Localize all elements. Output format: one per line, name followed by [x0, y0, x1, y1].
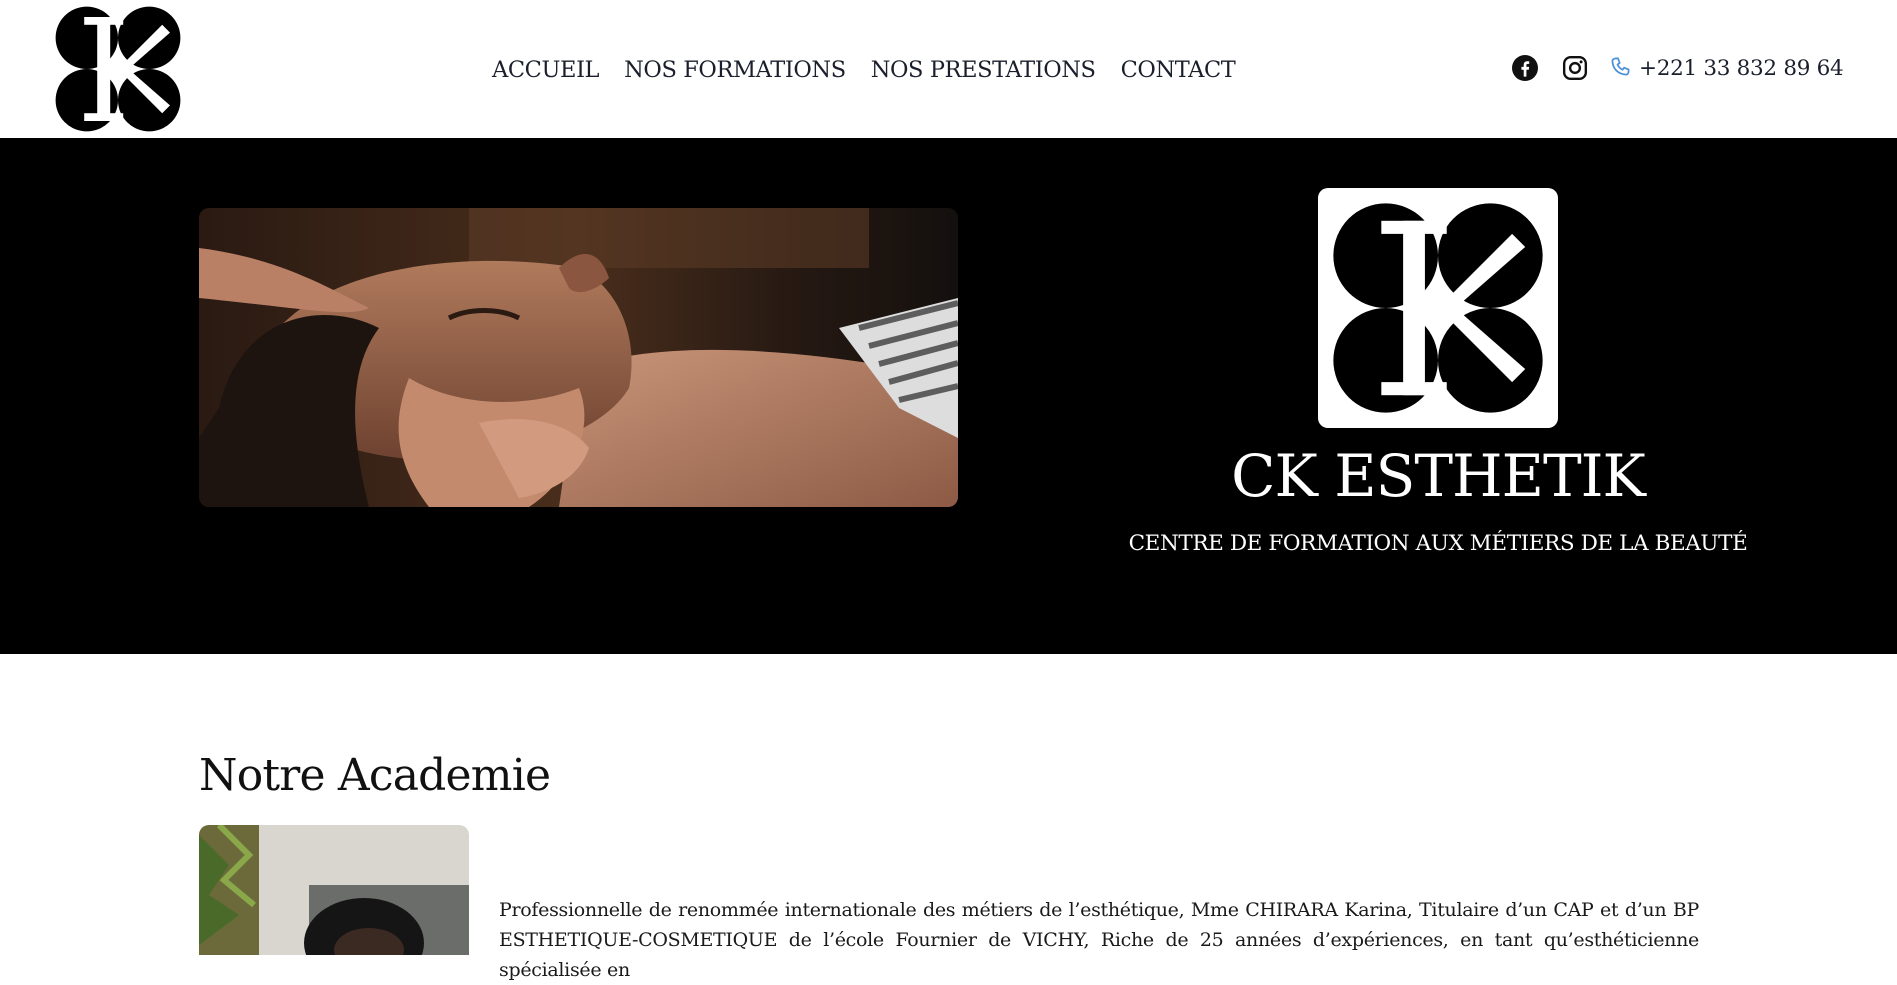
hero-section: CK ESTHETIK CENTRE DE FORMATION AUX MÉTI…	[0, 138, 1897, 654]
site-header: ACCUEIL NOS FORMATIONS NOS PRESTATIONS C…	[0, 0, 1897, 138]
ck-logo-icon	[55, 6, 181, 132]
phone-icon	[1607, 54, 1635, 82]
phone-number-link[interactable]: +221 33 832 89 64	[1639, 56, 1844, 81]
hero-subtitle: CENTRE DE FORMATION AUX MÉTIERS DE LA BE…	[1128, 531, 1748, 556]
main-nav: ACCUEIL NOS FORMATIONS NOS PRESTATIONS C…	[492, 52, 1236, 88]
site-logo[interactable]	[53, 4, 183, 134]
founder-portrait	[199, 825, 469, 955]
nav-accueil[interactable]: ACCUEIL	[492, 52, 600, 88]
academy-title: Notre Academie	[199, 750, 551, 801]
nav-nos-formations[interactable]: NOS FORMATIONS	[624, 52, 846, 88]
nav-nos-prestations[interactable]: NOS PRESTATIONS	[871, 52, 1096, 88]
facebook-icon[interactable]	[1510, 53, 1540, 83]
ck-logo-icon	[1333, 203, 1543, 413]
nav-contact[interactable]: CONTACT	[1121, 52, 1236, 88]
instagram-icon[interactable]	[1560, 53, 1590, 83]
hero-title: CK ESTHETIK	[1231, 442, 1646, 510]
hero-logo	[1318, 188, 1558, 428]
hero-spa-image	[199, 208, 958, 507]
header-contact: +221 33 832 89 64	[1510, 50, 1844, 86]
academy-description: Professionnelle de renommée internationa…	[499, 899, 1699, 981]
